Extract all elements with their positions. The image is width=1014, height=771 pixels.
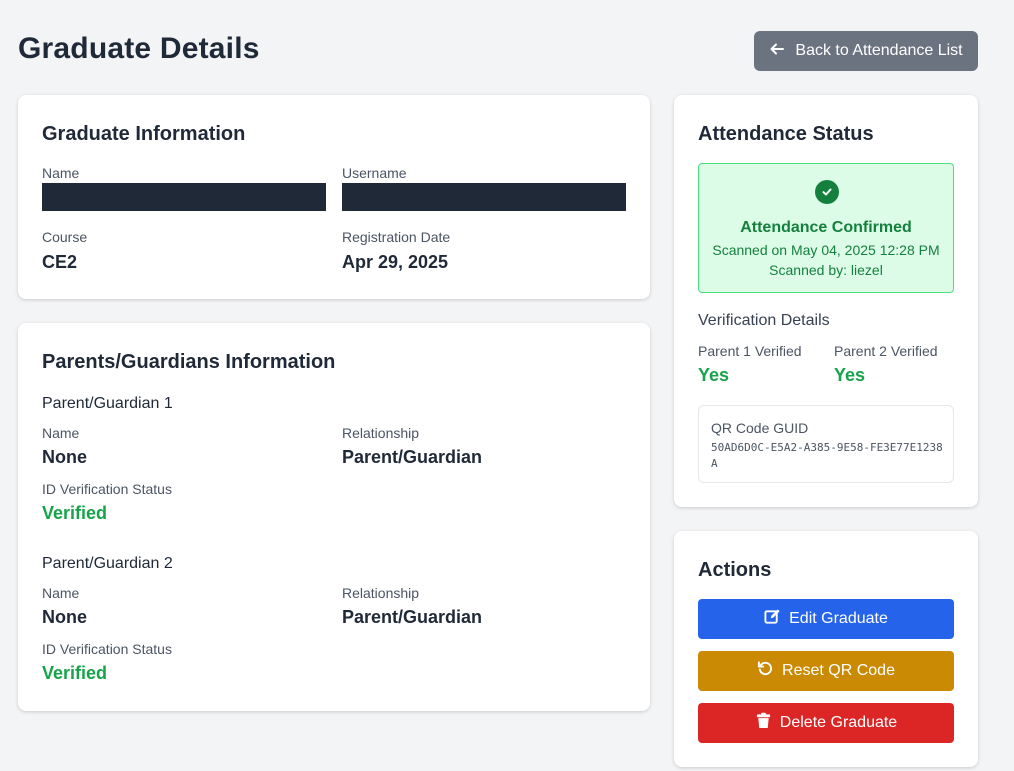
arrow-left-icon [769, 41, 785, 62]
page-title: Graduate Details [18, 32, 260, 65]
verification-details-heading: Verification Details [698, 312, 830, 329]
guardian-1-relationship-label: Relationship [342, 425, 420, 441]
guardian-2-name-value: None [42, 607, 87, 627]
actions-heading: Actions [698, 559, 772, 581]
graduate-information-heading: Graduate Information [42, 123, 246, 145]
username-label: Username [342, 165, 407, 181]
qr-code-guid-value: 50AD6D0C-E5A2-A385-9E58-FE3E77E1238A [711, 441, 943, 470]
trash-icon [755, 712, 772, 734]
qr-code-guid-label: QR Code GUID [711, 420, 809, 436]
delete-graduate-label: Delete Graduate [779, 714, 898, 731]
guardian-1-id-status-label: ID Verification Status [42, 481, 172, 497]
delete-graduate-button[interactable]: Delete Graduate [698, 703, 954, 743]
parent-2-verified-label: Parent 2 Verified [834, 343, 938, 359]
scanned-by-text: Scanned by: liezel [769, 262, 883, 278]
edit-icon [764, 608, 781, 630]
guardian-2-id-status-value: Verified [42, 663, 108, 683]
actions-card: Actions Edit Graduate Reset QR Code Dele… [674, 531, 978, 767]
edit-graduate-button[interactable]: Edit Graduate [698, 599, 954, 639]
course-value: CE2 [42, 252, 78, 272]
name-label: Name [42, 165, 80, 181]
undo-icon [757, 660, 774, 682]
parents-guardians-card: Parents/Guardians Information Parent/Gua… [18, 323, 650, 711]
attendance-confirmed-title: Attendance Confirmed [740, 219, 912, 236]
scanned-on-text: Scanned on May 04, 2025 12:28 PM [712, 242, 940, 258]
parents-guardians-heading: Parents/Guardians Information [42, 351, 336, 373]
username-redacted-value [342, 183, 626, 211]
name-redacted-value [42, 183, 326, 211]
attendance-confirmed-box: Attendance Confirmed Scanned on May 04, … [698, 163, 954, 293]
guardian-1-id-status-value: Verified [42, 503, 108, 523]
registration-date-value: Apr 29, 2025 [342, 252, 449, 272]
guardian-1-relationship-value: Parent/Guardian [342, 447, 483, 467]
guardian-2-title: Parent/Guardian 2 [42, 555, 173, 572]
guardian-2-relationship-label: Relationship [342, 585, 420, 601]
back-button-label: Back to Attendance List [795, 42, 963, 59]
registration-date-label: Registration Date [342, 229, 451, 245]
guardian-1-name-label: Name [42, 425, 80, 441]
reset-qr-code-label: Reset QR Code [782, 662, 895, 679]
guardian-1-name-value: None [42, 447, 87, 467]
course-label: Course [42, 229, 88, 245]
attendance-status-card: Attendance Status Attendance Confirmed S… [674, 95, 978, 507]
parent-1-verified-label: Parent 1 Verified [698, 343, 802, 359]
guardian-2-relationship-value: Parent/Guardian [342, 607, 483, 627]
parent-2-verified-value: Yes [834, 365, 866, 385]
parent-1-verified-value: Yes [698, 365, 730, 385]
edit-graduate-label: Edit Graduate [789, 610, 888, 627]
guardian-1-title: Parent/Guardian 1 [42, 395, 173, 412]
qr-code-guid-box: QR Code GUID 50AD6D0C-E5A2-A385-9E58-FE3… [698, 405, 954, 483]
guardian-2-id-status-label: ID Verification Status [42, 641, 172, 657]
check-circle-icon [815, 180, 839, 204]
guardian-2-name-label: Name [42, 585, 80, 601]
attendance-status-heading: Attendance Status [698, 123, 874, 145]
reset-qr-code-button[interactable]: Reset QR Code [698, 651, 954, 691]
back-to-attendance-list-button[interactable]: Back to Attendance List [754, 31, 978, 71]
graduate-information-card: Graduate Information Name Username Cours… [18, 95, 650, 299]
